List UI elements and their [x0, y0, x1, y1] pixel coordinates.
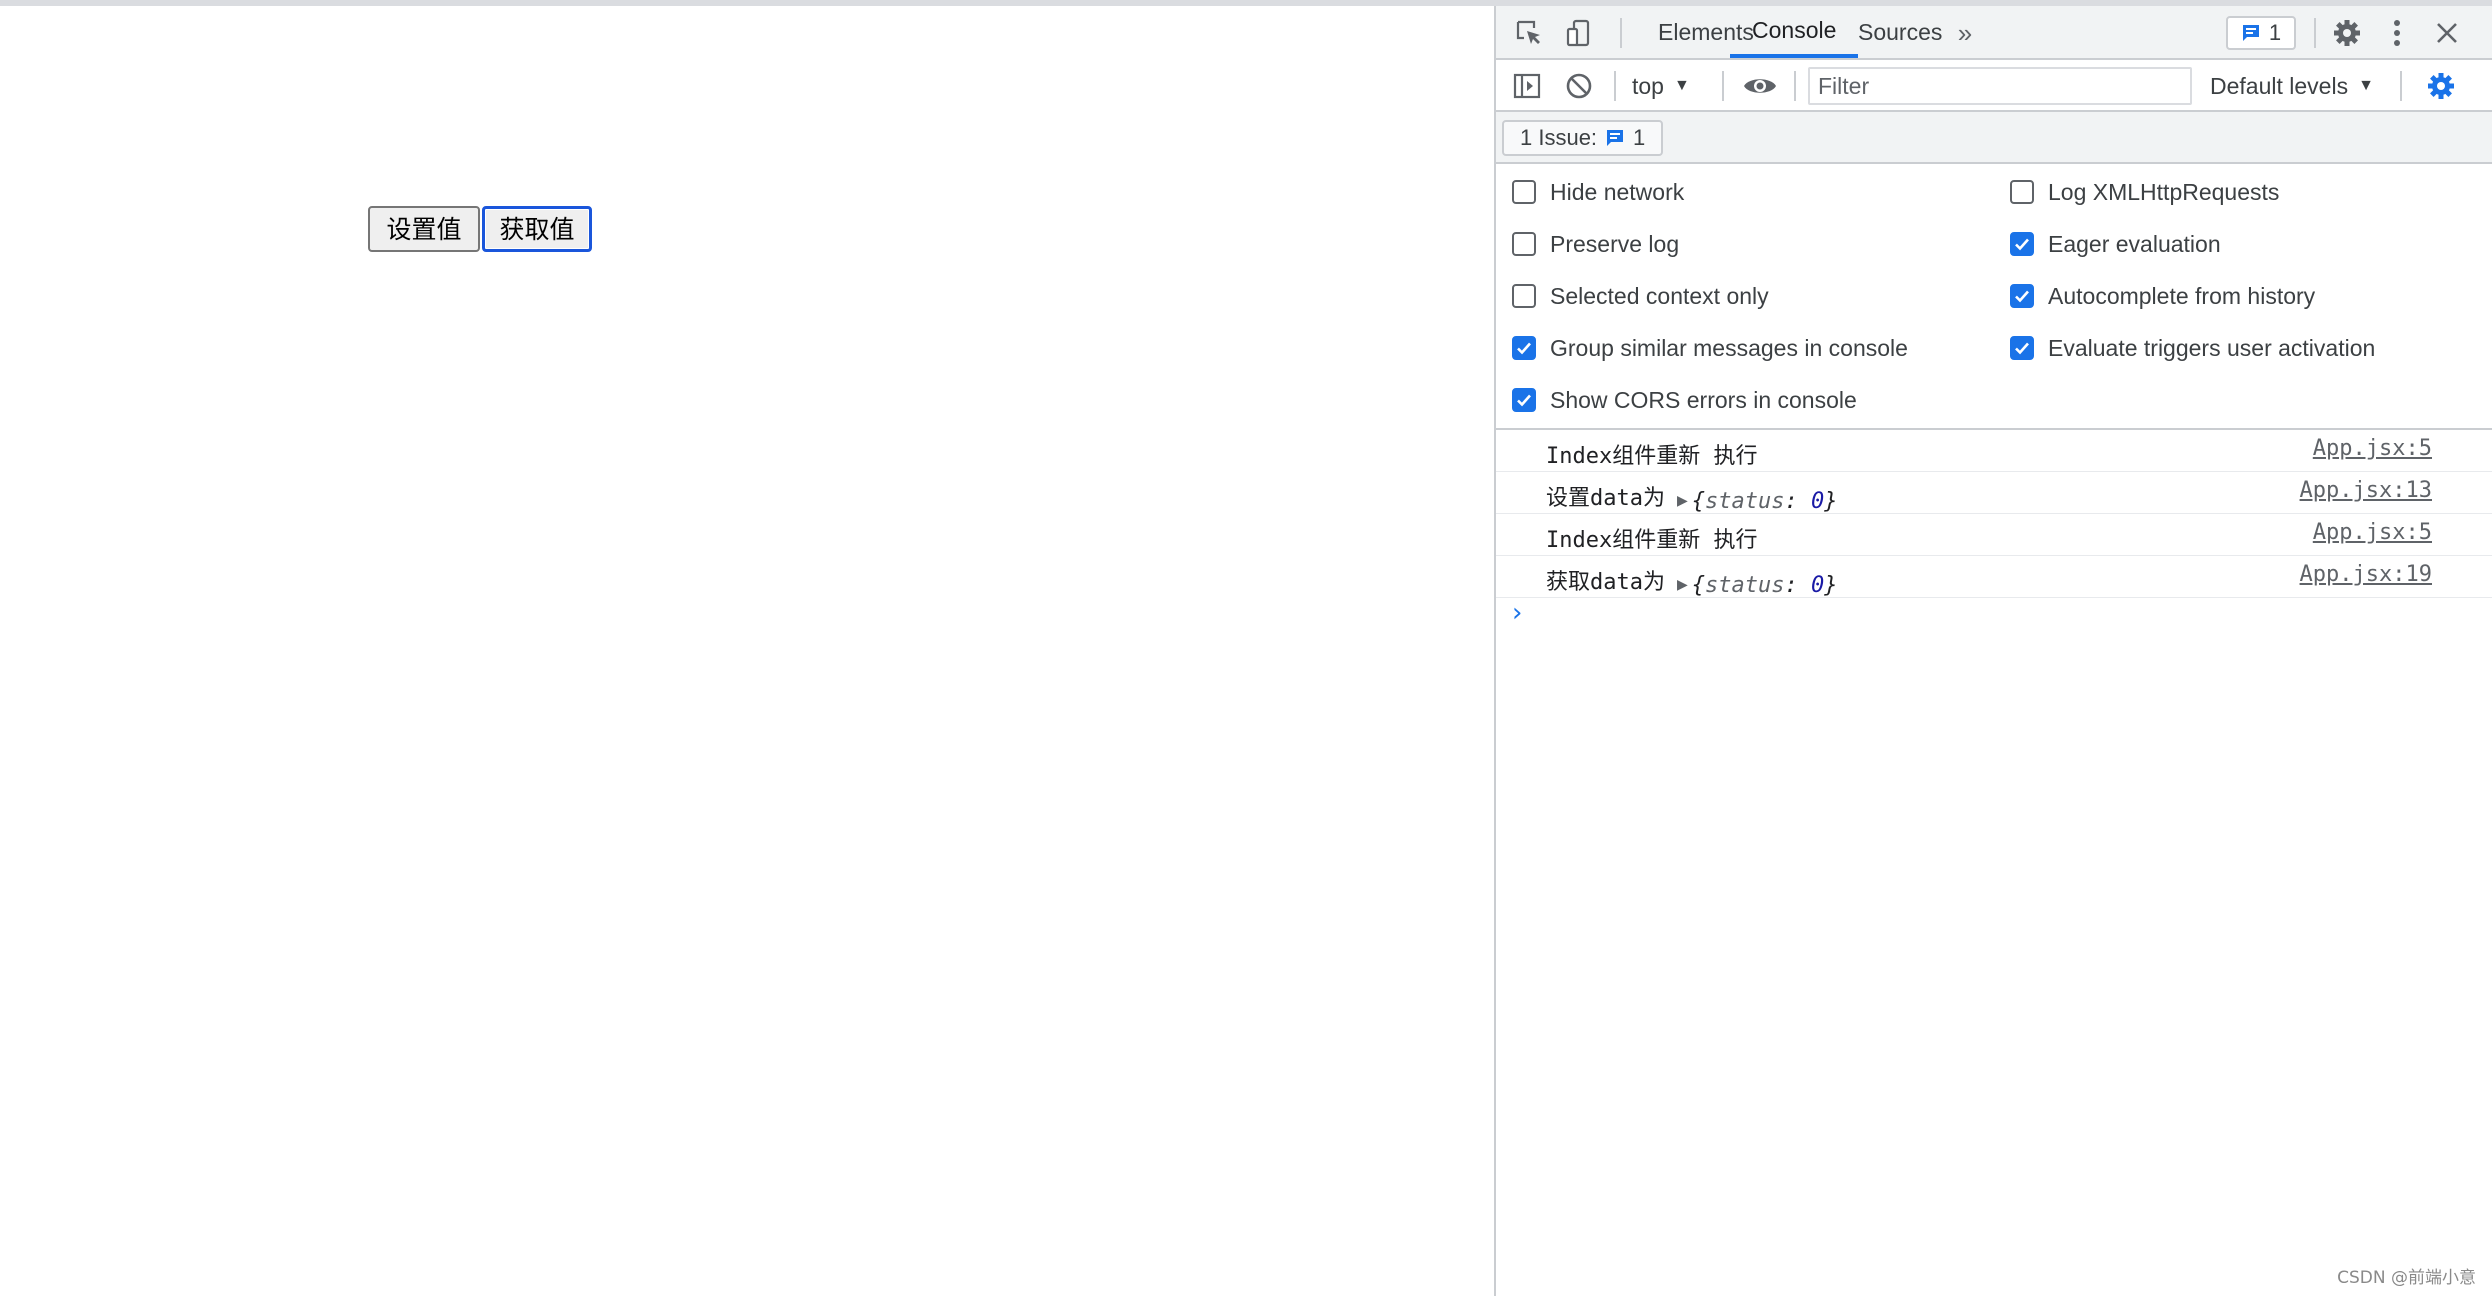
double-chevron-right-icon[interactable]: » — [1950, 18, 1980, 48]
brace-close: } — [1824, 572, 1838, 598]
issue-message-icon — [1605, 128, 1625, 148]
console-message: Index组件重新 执行 App.jsx:5 — [1496, 430, 2492, 472]
message-prefix: 设置data为 — [1546, 486, 1665, 511]
issues-label: 1 Issue: — [1520, 125, 1598, 150]
issue-message-icon — [2241, 23, 2261, 43]
message-prefix: 获取data为 — [1546, 570, 1665, 595]
checkbox[interactable] — [1512, 388, 1536, 412]
checkbox[interactable] — [1512, 284, 1536, 308]
console-settings-gear-icon[interactable] — [2424, 69, 2458, 103]
message-text: Index组件重新 执行 — [1546, 444, 1758, 469]
setting-label: Preserve log — [1550, 230, 1680, 257]
issues-counter-button[interactable]: 1 — [2226, 16, 2296, 50]
inspect-element-icon[interactable] — [1512, 16, 1546, 50]
kebab-menu-icon[interactable] — [2382, 16, 2412, 50]
dropdown-triangle-icon: ▼ — [1673, 77, 1690, 94]
get-value-button[interactable]: 获取值 — [482, 206, 592, 252]
setting-label: Autocomplete from history — [2048, 282, 2316, 309]
source-link[interactable]: App.jsx:19 — [2300, 562, 2432, 587]
setting-preserve-log[interactable]: Preserve log — [1512, 218, 1679, 270]
set-value-button[interactable]: 设置值 — [368, 206, 480, 252]
toolbar-separator — [1620, 18, 1622, 48]
checkbox[interactable] — [2010, 284, 2034, 308]
console-message: 获取data为 ▶{status: 0} App.jsx:19 — [1496, 556, 2492, 598]
object-preview[interactable]: ▶{status: 0} — [1665, 573, 1838, 598]
tab-sources[interactable]: Sources — [1836, 6, 1964, 58]
message-text: Index组件重新 执行 — [1546, 528, 1758, 553]
page-viewport: 设置值 获取值 — [0, 6, 1494, 1296]
setting-label: Log XMLHttpRequests — [2048, 178, 2280, 205]
device-toolbar-icon[interactable] — [1562, 16, 1596, 50]
checkbox[interactable] — [2010, 180, 2034, 204]
setting-evaluate-triggers[interactable]: Evaluate triggers user activation — [2010, 322, 2375, 374]
dropdown-triangle-icon: ▼ — [2358, 77, 2374, 94]
toolbar-separator — [1794, 71, 1796, 101]
source-link[interactable]: App.jsx:5 — [2313, 520, 2432, 545]
setting-hide-network[interactable]: Hide network — [1512, 166, 1684, 218]
console-message: 设置data为 ▶{status: 0} App.jsx:13 — [1496, 472, 2492, 514]
setting-label: Eager evaluation — [2048, 230, 2221, 257]
settings-gear-icon[interactable] — [2330, 16, 2364, 50]
message-text: 设置data为 ▶{status: 0} — [1546, 480, 1838, 514]
context-label: top — [1632, 72, 1664, 99]
colon: : — [1784, 572, 1811, 598]
setting-label: Selected context only — [1550, 282, 1769, 309]
log-levels-label: Default levels — [2210, 72, 2349, 99]
setting-show-cors-errors[interactable]: Show CORS errors in console — [1512, 374, 1857, 426]
toolbar-separator — [2400, 71, 2402, 101]
expand-triangle-icon[interactable]: ▶ — [1677, 577, 1688, 593]
console-prompt[interactable]: › — [1512, 598, 1522, 628]
live-expression-eye-icon[interactable] — [1740, 69, 1780, 103]
setting-label: Evaluate triggers user activation — [2048, 334, 2376, 361]
console-toolbar: top ▼ Default levels ▼ — [1496, 60, 2492, 112]
checkbox[interactable] — [2010, 336, 2034, 360]
issues-count: 1 — [2268, 20, 2282, 45]
colon: : — [1784, 488, 1811, 514]
toolbar-separator — [2314, 18, 2316, 48]
brace-open: { — [1691, 488, 1706, 514]
setting-log-xmlhttprequests[interactable]: Log XMLHttpRequests — [2010, 166, 2279, 218]
brace-close: } — [1824, 488, 1838, 514]
devtools-panel: Elements Console Sources » 1 top ▼ Filte… — [1494, 6, 2492, 1296]
source-link[interactable]: App.jsx:13 — [2300, 478, 2432, 503]
checkbox[interactable] — [1512, 232, 1536, 256]
checkbox[interactable] — [2010, 232, 2034, 256]
brace-open: { — [1691, 572, 1706, 598]
close-icon[interactable] — [2430, 16, 2464, 50]
checkbox[interactable] — [1512, 180, 1536, 204]
object-preview[interactable]: ▶{status: 0} — [1665, 489, 1838, 514]
devtools-tabbar: Elements Console Sources » 1 — [1496, 6, 2492, 60]
setting-selected-context-only[interactable]: Selected context only — [1512, 270, 1769, 322]
issues-bar: 1 Issue: 1 — [1496, 112, 2492, 164]
filter-input[interactable] — [1808, 67, 2192, 105]
toolbar-separator — [1722, 71, 1724, 101]
sidebar-toggle-icon[interactable] — [1510, 69, 1544, 103]
console-message: Index组件重新 执行 App.jsx:5 — [1496, 514, 2492, 556]
object-value: 0 — [1811, 488, 1825, 514]
source-link[interactable]: App.jsx:5 — [2313, 436, 2432, 461]
console-messages: Index组件重新 执行 App.jsx:5 设置data为 ▶{status: … — [1496, 430, 2492, 1296]
setting-label: Group similar messages in console — [1550, 334, 1908, 361]
issues-button[interactable]: 1 Issue: 1 — [1502, 120, 1664, 156]
object-key: status — [1705, 572, 1785, 598]
console-settings-pane: Hide network Preserve log Selected conte… — [1496, 164, 2492, 430]
checkbox[interactable] — [1512, 336, 1536, 360]
message-text: 获取data为 ▶{status: 0} — [1546, 564, 1838, 598]
clear-console-icon[interactable] — [1562, 69, 1596, 103]
setting-group-similar[interactable]: Group similar messages in console — [1512, 322, 1908, 374]
setting-autocomplete-history[interactable]: Autocomplete from history — [2010, 270, 2315, 322]
watermark: CSDN @前端小意 — [2337, 1268, 2476, 1288]
toolbar-separator — [1614, 71, 1616, 101]
log-levels-dropdown[interactable]: Default levels ▼ — [2210, 68, 2374, 104]
setting-label: Show CORS errors in console — [1550, 386, 1857, 413]
object-key: status — [1705, 488, 1785, 514]
setting-eager-evaluation[interactable]: Eager evaluation — [2010, 218, 2221, 270]
issues-bar-count: 1 — [1633, 125, 1646, 150]
expand-triangle-icon[interactable]: ▶ — [1677, 493, 1688, 509]
setting-label: Hide network — [1550, 178, 1685, 205]
object-value: 0 — [1811, 572, 1825, 598]
context-selector[interactable]: top ▼ — [1632, 68, 1690, 104]
